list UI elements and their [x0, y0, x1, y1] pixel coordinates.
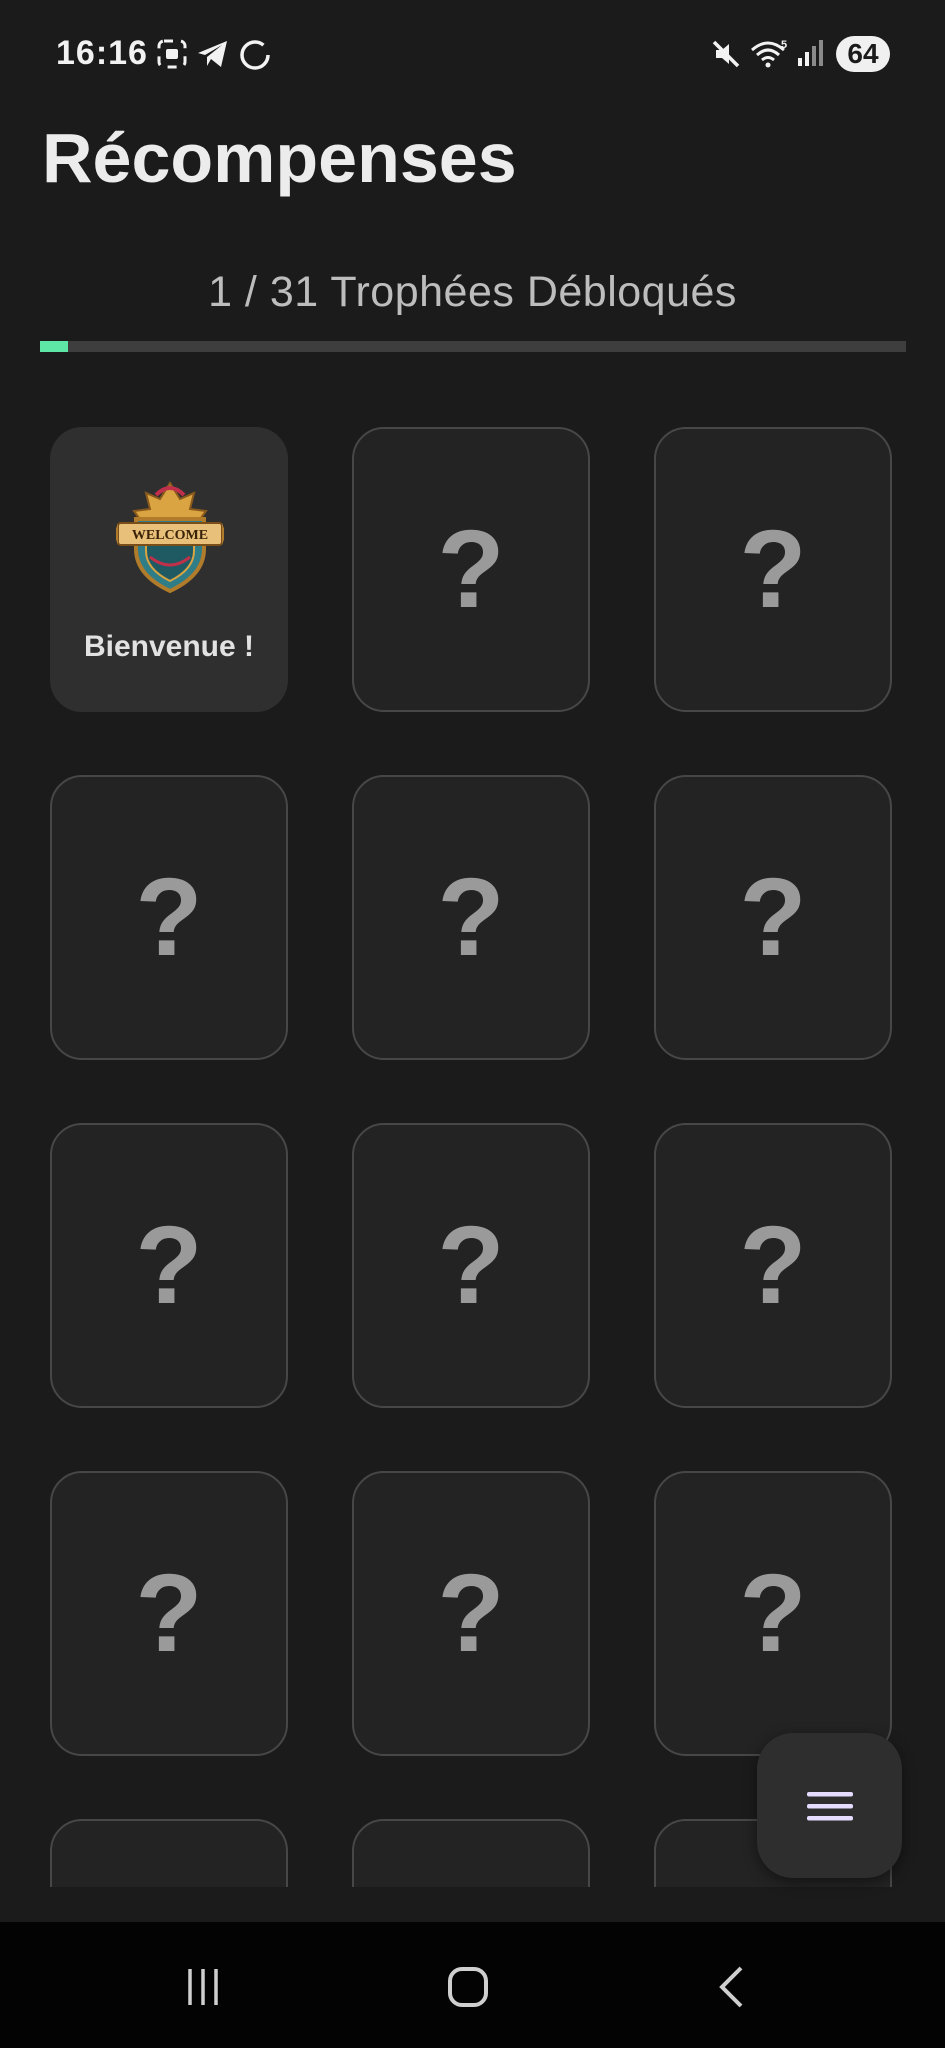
- trophy-tile-locked[interactable]: ?: [654, 427, 892, 712]
- signal-icon: [796, 38, 824, 73]
- question-mark-icon: ?: [739, 508, 807, 631]
- trophy-tile-locked[interactable]: ?: [50, 1123, 288, 1408]
- trophy-tile-locked[interactable]: ?: [50, 1471, 288, 1756]
- question-mark-icon: ?: [739, 856, 807, 979]
- screenshot-icon: [156, 38, 188, 75]
- trophy-progress-text: 1 / 31 Trophées Débloqués: [208, 268, 737, 316]
- recent-apps-button[interactable]: [158, 1942, 248, 2032]
- trophy-tile-locked[interactable]: ?: [352, 1471, 590, 1756]
- mute-icon: [710, 38, 742, 75]
- trophy-tile-locked[interactable]: ?: [352, 1819, 590, 1887]
- question-mark-icon: ?: [135, 856, 203, 979]
- question-mark-icon: ?: [739, 1204, 807, 1327]
- status-time: 16:16: [56, 34, 148, 72]
- trophy-progress-bar: [40, 341, 906, 352]
- question-mark-icon: ?: [437, 1204, 505, 1327]
- welcome-trophy-icon: WELCOME: [114, 479, 226, 595]
- question-mark-icon: ?: [135, 1552, 203, 1675]
- battery-indicator: 64: [836, 36, 890, 72]
- telegram-icon: [196, 38, 230, 75]
- trophy-tile-locked[interactable]: ?: [352, 427, 590, 712]
- question-mark-icon: ?: [739, 1552, 807, 1675]
- home-icon: [448, 1967, 488, 2007]
- page-title: Récompenses: [42, 119, 517, 197]
- trophy-tile-locked[interactable]: ?: [50, 1819, 288, 1887]
- trophy-label: Bienvenue !: [83, 630, 255, 663]
- question-mark-icon: ?: [437, 1552, 505, 1675]
- trophy-tile-locked[interactable]: ?: [654, 1123, 892, 1408]
- recent-apps-icon: [188, 1969, 218, 2005]
- home-button[interactable]: [423, 1942, 513, 2032]
- question-mark-icon: ?: [437, 508, 505, 631]
- trophy-tile-locked[interactable]: ?: [654, 775, 892, 1060]
- loading-circle-icon: [238, 38, 272, 77]
- trophy-tile-locked[interactable]: ?: [50, 775, 288, 1060]
- trophy-tile-locked[interactable]: ?: [654, 1471, 892, 1756]
- trophy-tile-locked[interactable]: ?: [352, 1123, 590, 1408]
- wifi-icon: 5: [750, 38, 790, 77]
- question-mark-icon: ?: [135, 1204, 203, 1327]
- status-bar: 16:16 5 64: [0, 0, 945, 110]
- trophy-grid: WELCOMEBienvenue !??????????????: [50, 427, 895, 1887]
- trophy-tile-unlocked[interactable]: WELCOME Bienvenue !: [50, 427, 288, 712]
- menu-button[interactable]: [757, 1733, 902, 1878]
- back-button[interactable]: [688, 1942, 778, 2032]
- back-icon: [719, 1966, 743, 2008]
- menu-icon: [807, 1792, 853, 1821]
- navigation-bar: [0, 1922, 945, 2048]
- trophy-tile-locked[interactable]: ?: [352, 775, 590, 1060]
- trophy-badge-text: WELCOME: [132, 528, 208, 543]
- trophy-progress-fill: [40, 341, 68, 352]
- svg-text:5: 5: [781, 39, 787, 51]
- question-mark-icon: ?: [437, 856, 505, 979]
